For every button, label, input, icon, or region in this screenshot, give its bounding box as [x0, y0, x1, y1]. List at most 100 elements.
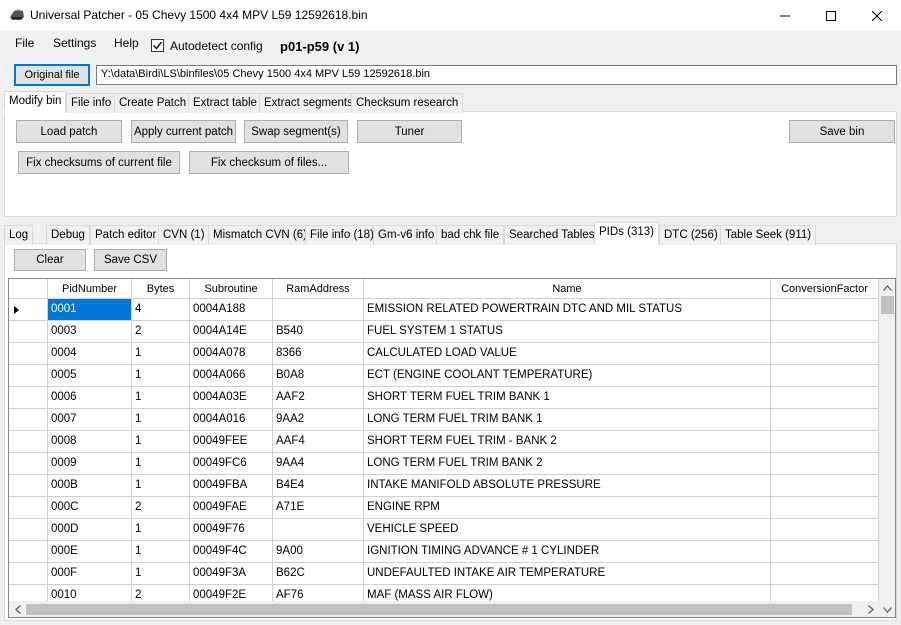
- column-header-conversionfactor[interactable]: ConversionFactor: [771, 279, 879, 299]
- grid-cell-bytes[interactable]: 1: [132, 365, 190, 387]
- tab-patch-editor[interactable]: Patch editor: [90, 225, 162, 245]
- grid-cell-pidnumber[interactable]: 000F: [48, 563, 132, 585]
- grid-cell-name[interactable]: UNDEFAULTED INTAKE AIR TEMPERATURE: [364, 563, 771, 585]
- grid-cell-ramaddress[interactable]: B62C: [273, 563, 364, 585]
- tab-table-seek[interactable]: Table Seek (911): [720, 225, 817, 245]
- grid-cell-name[interactable]: FUEL SYSTEM 1 STATUS: [364, 321, 771, 343]
- grid-cell-subroutine[interactable]: 0004A066: [190, 365, 273, 387]
- tab-searched-tables[interactable]: Searched Tables: [504, 225, 600, 245]
- grid-cell-bytes[interactable]: 1: [132, 409, 190, 431]
- grid-cell-bytes[interactable]: 1: [132, 453, 190, 475]
- maximize-button[interactable]: [808, 0, 854, 31]
- grid-cell-pidnumber[interactable]: 0007: [48, 409, 132, 431]
- column-header-subroutine[interactable]: Subroutine: [190, 279, 273, 299]
- grid-cell-conversionfactor[interactable]: [771, 541, 879, 563]
- horizontal-scroll-thumb[interactable]: [26, 604, 852, 615]
- grid-cell-subroutine[interactable]: 00049FBA: [190, 475, 273, 497]
- row-header[interactable]: [9, 541, 48, 563]
- grid-cell-subroutine[interactable]: 00049FC6: [190, 453, 273, 475]
- grid-cell-ramaddress[interactable]: 8366: [273, 343, 364, 365]
- tab-modify-bin[interactable]: Modify bin: [4, 91, 67, 113]
- grid-cell-name[interactable]: LONG TERM FUEL TRIM BANK 1: [364, 409, 771, 431]
- vertical-scroll-thumb[interactable]: [881, 296, 894, 314]
- grid-cell-bytes[interactable]: 1: [132, 343, 190, 365]
- grid-cell-conversionfactor[interactable]: [771, 519, 879, 541]
- grid-cell-subroutine[interactable]: 0004A016: [190, 409, 273, 431]
- grid-cell-ramaddress[interactable]: [273, 519, 364, 541]
- grid-cell-conversionfactor[interactable]: [771, 299, 879, 321]
- row-header[interactable]: [9, 475, 48, 497]
- grid-cell-pidnumber[interactable]: 0001: [48, 299, 132, 321]
- grid-cell-conversionfactor[interactable]: [771, 343, 879, 365]
- grid-cell-ramaddress[interactable]: 9AA2: [273, 409, 364, 431]
- grid-cell-subroutine[interactable]: 0004A188: [190, 299, 273, 321]
- tab-file-info-18[interactable]: File info (18): [305, 225, 379, 245]
- grid-cell-subroutine[interactable]: 00049F4C: [190, 541, 273, 563]
- scroll-up-button[interactable]: [879, 279, 895, 296]
- grid-cell-conversionfactor[interactable]: [771, 497, 879, 519]
- grid-cell-subroutine[interactable]: 00049F76: [190, 519, 273, 541]
- grid-cell-bytes[interactable]: 1: [132, 387, 190, 409]
- grid-cell-bytes[interactable]: 1: [132, 563, 190, 585]
- grid-cell-subroutine[interactable]: 0004A03E: [190, 387, 273, 409]
- close-button[interactable]: [854, 0, 900, 31]
- grid-cell-name[interactable]: ENGINE RPM: [364, 497, 771, 519]
- row-header[interactable]: [9, 453, 48, 475]
- vertical-scrollbar[interactable]: [879, 279, 895, 602]
- row-header[interactable]: [9, 365, 48, 387]
- tab-cvn[interactable]: CVN (1): [158, 225, 210, 245]
- grid-cell-ramaddress[interactable]: [273, 299, 364, 321]
- tuner-button[interactable]: Tuner: [357, 120, 462, 143]
- grid-cell-conversionfactor[interactable]: [771, 475, 879, 497]
- menu-help[interactable]: Help: [114, 36, 139, 50]
- grid-cell-pidnumber[interactable]: 000E: [48, 541, 132, 563]
- column-header-bytes[interactable]: Bytes: [132, 279, 190, 299]
- grid-cell-name[interactable]: INTAKE MANIFOLD ABSOLUTE PRESSURE: [364, 475, 771, 497]
- scroll-right-button[interactable]: [862, 601, 879, 617]
- row-header[interactable]: [9, 519, 48, 541]
- tab-log[interactable]: Log: [4, 225, 34, 245]
- grid-cell-conversionfactor[interactable]: [771, 321, 879, 343]
- grid-cell-name[interactable]: CALCULATED LOAD VALUE: [364, 343, 771, 365]
- clear-button[interactable]: Clear: [14, 249, 86, 271]
- row-header[interactable]: [9, 409, 48, 431]
- grid-cell-subroutine[interactable]: 0004A078: [190, 343, 273, 365]
- grid-cell-conversionfactor[interactable]: [771, 387, 879, 409]
- scroll-down-button[interactable]: [879, 601, 895, 617]
- grid-cell-name[interactable]: VEHICLE SPEED: [364, 519, 771, 541]
- grid-cell-name[interactable]: ECT (ENGINE COOLANT TEMPERATURE): [364, 365, 771, 387]
- minimize-button[interactable]: [762, 0, 808, 31]
- tab-pids[interactable]: PIDs (313): [594, 222, 659, 244]
- fix-checksums-current-button[interactable]: Fix checksums of current file: [18, 151, 180, 174]
- grid-cell-name[interactable]: EMISSION RELATED POWERTRAIN DTC AND MIL …: [364, 299, 771, 321]
- tab-checksum-research[interactable]: Checksum research: [351, 93, 464, 113]
- load-patch-button[interactable]: Load patch: [16, 120, 122, 143]
- column-header-pidnumber[interactable]: PidNumber: [48, 279, 132, 299]
- tab-bad-chk-file[interactable]: bad chk file: [436, 225, 505, 245]
- grid-cell-pidnumber[interactable]: 000B: [48, 475, 132, 497]
- autodetect-label[interactable]: Autodetect config: [170, 39, 263, 53]
- save-bin-button[interactable]: Save bin: [789, 120, 895, 143]
- grid-cell-conversionfactor[interactable]: [771, 365, 879, 387]
- swap-segments-button[interactable]: Swap segment(s): [244, 120, 348, 143]
- grid-cell-subroutine[interactable]: 0004A14E: [190, 321, 273, 343]
- grid-cell-subroutine[interactable]: 00049FAE: [190, 497, 273, 519]
- fix-checksum-files-button[interactable]: Fix checksum of files...: [189, 151, 349, 174]
- grid-cell-name[interactable]: LONG TERM FUEL TRIM BANK 2: [364, 453, 771, 475]
- grid-cell-pidnumber[interactable]: 0005: [48, 365, 132, 387]
- grid-cell-ramaddress[interactable]: B4E4: [273, 475, 364, 497]
- grid-cell-ramaddress[interactable]: 9A00: [273, 541, 364, 563]
- grid-cell-bytes[interactable]: 1: [132, 475, 190, 497]
- grid-cell-bytes[interactable]: 2: [132, 321, 190, 343]
- grid-cell-subroutine[interactable]: 00049F3A: [190, 563, 273, 585]
- grid-cell-name[interactable]: SHORT TERM FUEL TRIM - BANK 2: [364, 431, 771, 453]
- grid-cell-pidnumber[interactable]: 0003: [48, 321, 132, 343]
- row-header[interactable]: [9, 387, 48, 409]
- row-header[interactable]: [9, 299, 48, 321]
- grid-cell-bytes[interactable]: 1: [132, 519, 190, 541]
- original-file-button[interactable]: Original file: [14, 64, 90, 86]
- row-header[interactable]: [9, 497, 48, 519]
- grid-cell-bytes[interactable]: 4: [132, 299, 190, 321]
- grid-cell-pidnumber[interactable]: 000C: [48, 497, 132, 519]
- save-csv-button[interactable]: Save CSV: [94, 249, 167, 271]
